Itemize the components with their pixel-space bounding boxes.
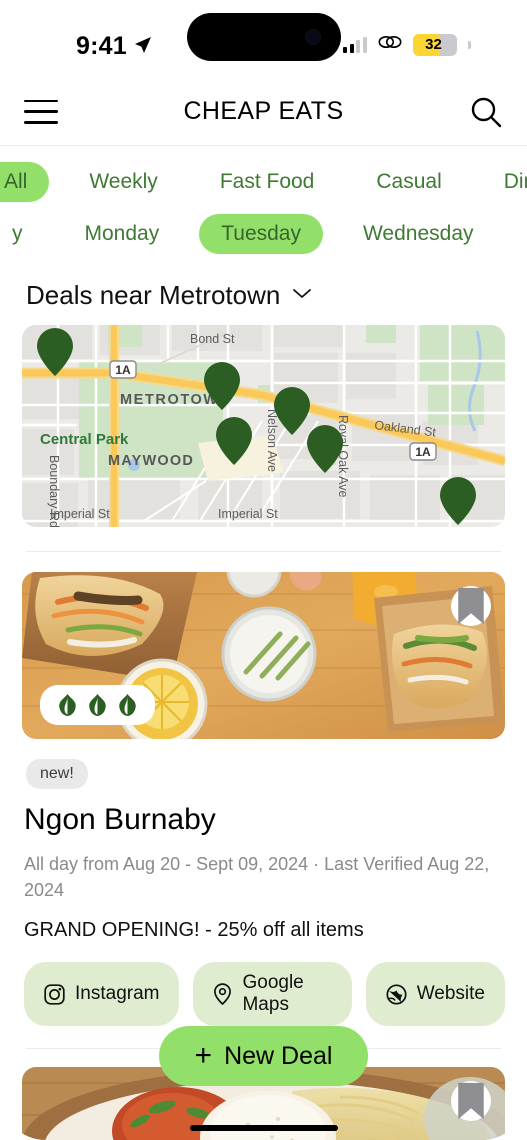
svg-text:Central Park: Central Park — [40, 431, 129, 448]
chip-all[interactable]: All — [0, 162, 50, 202]
svg-text:MAYWOOD: MAYWOOD — [108, 453, 194, 469]
dynamic-island — [186, 13, 341, 61]
chip-fast-food[interactable]: Fast Food — [198, 162, 337, 202]
chip-thursday[interactable]: Thursday — [514, 214, 527, 254]
chevron-down-icon[interactable] — [292, 287, 312, 305]
bookmark-icon[interactable] — [451, 586, 491, 626]
instagram-link-button[interactable]: Instagram — [24, 962, 180, 1027]
globe-icon — [386, 984, 407, 1005]
plus-icon: + — [194, 1039, 213, 1072]
svg-text:Bond St: Bond St — [190, 332, 235, 346]
deal-title: Ngon Burnaby — [24, 803, 216, 836]
google-maps-link-button[interactable]: Google Maps — [193, 962, 352, 1027]
new-deal-button[interactable]: + New Deal — [158, 1026, 369, 1086]
map-pin-icon — [213, 983, 232, 1006]
deal-description: GRAND OPENING! - 25% off all items — [24, 919, 364, 942]
status-badge: new! — [26, 759, 88, 789]
google-maps-link-label: Google Maps — [242, 972, 304, 1016]
battery-icon: 32 — [412, 33, 457, 56]
home-indicator — [189, 1125, 338, 1131]
link-chain-icon — [377, 33, 403, 56]
battery-level: 32 — [425, 36, 442, 53]
app-header: CHEAP EATS — [0, 78, 527, 146]
chip-tuesday[interactable]: Tuesday — [199, 214, 323, 254]
chip-dine-in[interactable]: Dine-In — [482, 162, 527, 202]
status-bar-time: 9:41 — [76, 32, 127, 60]
chip-casual[interactable]: Casual — [354, 162, 463, 202]
chip-monday[interactable]: Monday — [63, 214, 182, 254]
deal-links: Instagram Google Maps Website — [24, 962, 505, 1027]
deal-meta: All day from Aug 20 - Sept 09, 2024 · La… — [24, 854, 490, 901]
chip-sunday[interactable]: y — [0, 214, 45, 254]
phone-screen: 9:41 32 CHEAP EATS All Weekly Fast Food … — [0, 0, 527, 1140]
chip-weekly[interactable]: Weekly — [67, 162, 179, 202]
deal-photo[interactable] — [22, 572, 505, 739]
front-camera-icon — [304, 29, 321, 45]
map-section: Bond St METROTOWN Central Park MAYWOOD N… — [0, 325, 527, 527]
svg-text:1A: 1A — [415, 445, 431, 459]
category-filter-row[interactable]: All Weekly Fast Food Casual Dine-In Sn — [0, 158, 527, 206]
leaf-flame-icon — [88, 694, 107, 716]
deal-card[interactable]: new! Ngon Burnaby All day from Aug 20 - … — [0, 552, 527, 1027]
chip-wednesday[interactable]: Wednesday — [341, 214, 496, 254]
new-deal-label: New Deal — [224, 1041, 333, 1070]
map-canvas: Bond St METROTOWN Central Park MAYWOOD N… — [22, 325, 505, 527]
section-title: Deals near Metrotown — [26, 280, 281, 310]
filter-chips: All Weekly Fast Food Casual Dine-In Sn y… — [0, 146, 527, 258]
leaf-flame-icon — [58, 694, 77, 716]
svg-text:Imperial St: Imperial St — [218, 507, 278, 521]
page-title: CHEAP EATS — [183, 97, 344, 125]
rating-badge — [40, 685, 155, 725]
instagram-icon — [44, 984, 65, 1005]
day-filter-row[interactable]: y Monday Tuesday Wednesday Thursday — [0, 210, 527, 258]
svg-text:Nelson Ave: Nelson Ave — [265, 409, 279, 472]
status-bar-indicators: 32 — [343, 33, 471, 56]
status-bar-time-group: 9:41 — [76, 32, 152, 61]
hamburger-menu-icon[interactable] — [24, 99, 58, 124]
battery-cap — [468, 40, 471, 49]
website-link-label: Website — [416, 983, 485, 1005]
deals-section-header[interactable]: Deals near Metrotown — [0, 258, 527, 325]
svg-text:Boundary Rd: Boundary Rd — [47, 455, 61, 527]
search-icon[interactable] — [469, 95, 503, 129]
instagram-link-label: Instagram — [75, 983, 160, 1005]
cellular-signal-icon — [343, 36, 367, 53]
leaf-flame-icon — [118, 694, 137, 716]
status-bar: 9:41 32 — [0, 0, 527, 78]
svg-text:1A: 1A — [115, 363, 131, 377]
deals-map[interactable]: Bond St METROTOWN Central Park MAYWOOD N… — [22, 325, 505, 527]
website-link-button[interactable]: Website — [365, 962, 505, 1027]
bookmark-icon[interactable] — [451, 1081, 491, 1122]
location-arrow-icon — [134, 32, 152, 61]
